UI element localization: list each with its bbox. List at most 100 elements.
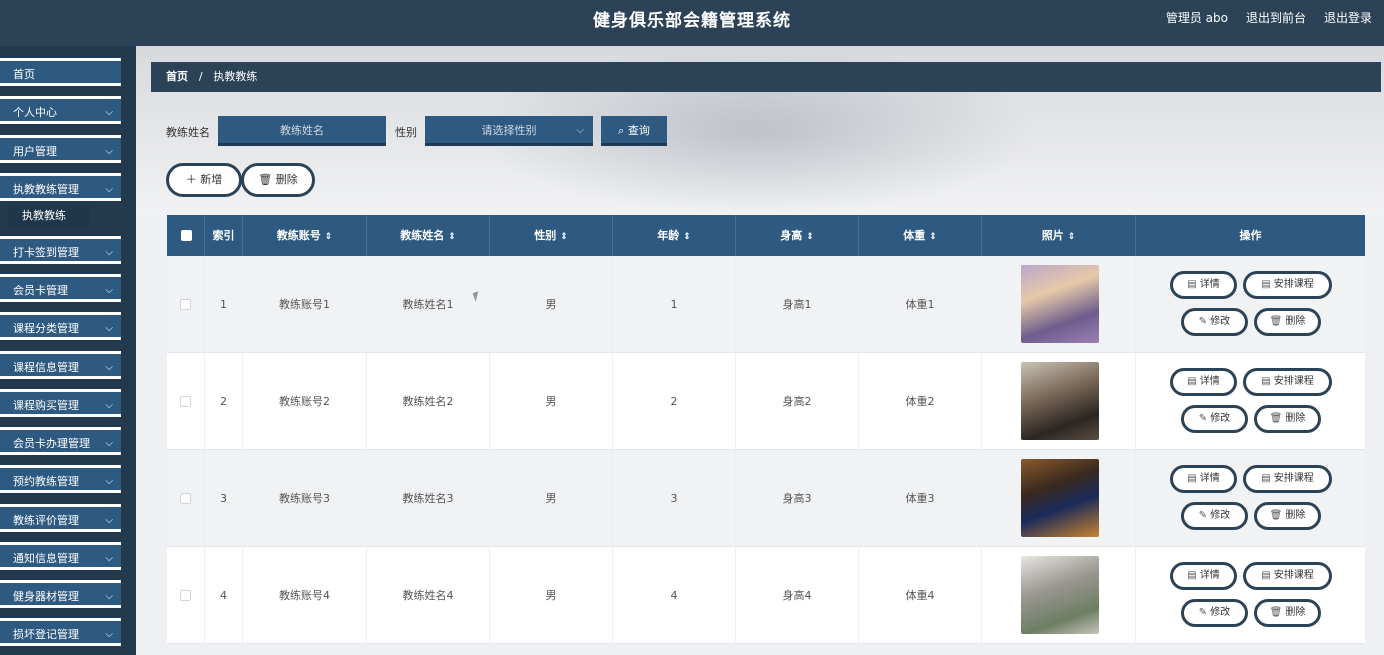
sidebar-item-membercard[interactable]: 会员卡管理 ⌵ — [0, 274, 121, 302]
coach-photo[interactable] — [1021, 362, 1099, 440]
coach-photo[interactable] — [1021, 556, 1099, 634]
row-select-cell — [167, 547, 205, 644]
col-age[interactable]: 年龄 ⇕ — [613, 215, 736, 256]
detail-button[interactable]: ▤ 详情 — [1170, 562, 1237, 590]
cell-weight: 体重1 — [859, 256, 982, 353]
sidebar-item-label: 用户管理 — [13, 145, 57, 158]
sidebar-item-card-apply[interactable]: 会员卡办理管理 ⌵ — [0, 427, 121, 455]
cell-name: 教练姓名3 — [367, 450, 490, 547]
sidebar-item-home[interactable]: 首页 — [0, 58, 121, 86]
sidebar-item-checkin[interactable]: 打卡签到管理 ⌵ — [0, 236, 121, 264]
row-checkbox[interactable] — [180, 493, 191, 504]
document-icon: ▤ — [1187, 473, 1197, 484]
breadcrumb-home[interactable]: 首页 — [166, 70, 188, 83]
schedule-course-button[interactable]: ▤ 安排课程 — [1243, 465, 1332, 493]
select-all-cell — [167, 215, 205, 256]
delete-button[interactable]: 🗑 删除 — [1254, 599, 1321, 627]
trash-icon: 🗑 — [1269, 316, 1283, 327]
edit-button[interactable]: ✎ 修改 — [1181, 502, 1248, 530]
edit-button[interactable]: ✎ 修改 — [1181, 308, 1248, 336]
row-checkbox[interactable] — [180, 299, 191, 310]
sidebar-item-label: 预约教练管理 — [13, 475, 79, 488]
chevron-down-icon: ⌵ — [105, 362, 113, 373]
col-account[interactable]: 教练账号 ⇕ — [243, 215, 367, 256]
detail-button-label: 详情 — [1199, 570, 1220, 581]
sidebar-item-label: 执教教练管理 — [13, 183, 79, 196]
sidebar-item-label: 课程信息管理 — [13, 361, 79, 374]
sidebar-item-course-purchase[interactable]: 课程购买管理 ⌵ — [0, 389, 121, 417]
breadcrumb-separator: / — [198, 70, 203, 83]
edit-button[interactable]: ✎ 修改 — [1181, 599, 1248, 627]
chevron-down-icon: ⌵ — [105, 629, 113, 640]
col-weight[interactable]: 体重 ⇕ — [859, 215, 982, 256]
sidebar-subitem-coach[interactable]: 执教教练 — [8, 205, 90, 227]
chevron-down-icon: ⌵ — [105, 146, 113, 157]
sidebar-item-notice[interactable]: 通知信息管理 ⌵ — [0, 542, 121, 570]
sidebar-item-equipment[interactable]: 健身器材管理 ⌵ — [0, 580, 121, 608]
col-gender[interactable]: 性别 ⇕ — [490, 215, 613, 256]
sidebar-item-label: 首页 — [13, 68, 35, 81]
cell-height: 身高2 — [736, 353, 859, 450]
bulk-delete-button[interactable]: 🗑 删除 — [241, 163, 315, 197]
chevron-down-icon: ⌵ — [576, 125, 584, 136]
sidebar-item-users[interactable]: 用户管理 ⌵ — [0, 135, 121, 163]
cell-age: 3 — [613, 450, 736, 547]
schedule-course-button[interactable]: ▤ 安排课程 — [1243, 271, 1332, 299]
cell-height: 身高1 — [736, 256, 859, 353]
select-all-checkbox[interactable] — [181, 230, 192, 241]
sidebar-item-review[interactable]: 教练评价管理 ⌵ — [0, 504, 121, 532]
sidebar-item-damage[interactable]: 损坏登记管理 ⌵ — [0, 618, 121, 646]
schedule-course-button[interactable]: ▤ 安排课程 — [1243, 368, 1332, 396]
coach-photo[interactable] — [1021, 459, 1099, 537]
schedule-course-button[interactable]: ▤ 安排课程 — [1243, 562, 1332, 590]
top-header: 健身俱乐部会籍管理系统 管理员 abo 退出到前台 退出登录 — [0, 0, 1384, 46]
chevron-down-icon: ⌵ — [105, 476, 113, 487]
detail-button[interactable]: ▤ 详情 — [1170, 368, 1237, 396]
col-gender-label: 性别 — [534, 229, 557, 242]
document-icon: ▤ — [1187, 279, 1197, 290]
row-checkbox[interactable] — [180, 590, 191, 601]
add-button-label: 新增 — [200, 173, 223, 186]
pencil-icon: ✎ — [1198, 316, 1208, 327]
add-button[interactable]: ＋ 新增 — [166, 163, 242, 197]
cell-index: 2 — [205, 353, 243, 450]
cell-gender: 男 — [490, 256, 613, 353]
trash-icon: 🗑 — [1269, 413, 1283, 424]
gender-select[interactable]: 请选择性别 ⌵ — [425, 116, 593, 146]
detail-button[interactable]: ▤ 详情 — [1170, 465, 1237, 493]
plus-icon: ＋ — [185, 173, 201, 186]
detail-button[interactable]: ▤ 详情 — [1170, 271, 1237, 299]
sidebar-item-personal[interactable]: 个人中心 ⌵ — [0, 96, 121, 124]
sidebar-item-coach-mgmt[interactable]: 执教教练管理 ⌵ — [0, 173, 121, 201]
cell-gender: 男 — [490, 450, 613, 547]
cell-name: 教练姓名1 — [367, 256, 490, 353]
sort-icon: ⇕ — [929, 232, 937, 242]
delete-button[interactable]: 🗑 删除 — [1254, 405, 1321, 433]
col-height[interactable]: 身高 ⇕ — [736, 215, 859, 256]
to-front-link[interactable]: 退出到前台 — [1246, 9, 1306, 26]
document-icon: ▤ — [1187, 570, 1197, 581]
detail-button-label: 详情 — [1199, 473, 1220, 484]
logout-link[interactable]: 退出登录 — [1324, 9, 1372, 26]
coach-name-input[interactable]: 教练姓名 — [218, 116, 386, 146]
cell-account: 教练账号1 — [243, 256, 367, 353]
coach-photo[interactable] — [1021, 265, 1099, 343]
sidebar-item-label: 损坏登记管理 — [13, 628, 79, 641]
document-icon: ▤ — [1261, 376, 1271, 387]
sidebar-item-label: 打卡签到管理 — [13, 246, 79, 259]
sidebar-item-course-category[interactable]: 课程分类管理 ⌵ — [0, 312, 121, 340]
col-weight-label: 体重 — [903, 229, 926, 242]
col-name[interactable]: 教练姓名 ⇕ — [367, 215, 490, 256]
col-photo[interactable]: 照片 ⇕ — [982, 215, 1136, 256]
chevron-down-icon: ⌵ — [105, 285, 113, 296]
cell-weight: 体重3 — [859, 450, 982, 547]
pencil-icon: ✎ — [1198, 413, 1208, 424]
delete-button[interactable]: 🗑 删除 — [1254, 502, 1321, 530]
query-button[interactable]: ⌕ 查询 — [601, 116, 667, 146]
sidebar-item-booking[interactable]: 预约教练管理 ⌵ — [0, 465, 121, 493]
sidebar-item-course-info[interactable]: 课程信息管理 ⌵ — [0, 351, 121, 379]
row-checkbox[interactable] — [180, 396, 191, 407]
edit-button[interactable]: ✎ 修改 — [1181, 405, 1248, 433]
search-icon: ⌕ — [618, 124, 628, 137]
delete-button[interactable]: 🗑 删除 — [1254, 308, 1321, 336]
